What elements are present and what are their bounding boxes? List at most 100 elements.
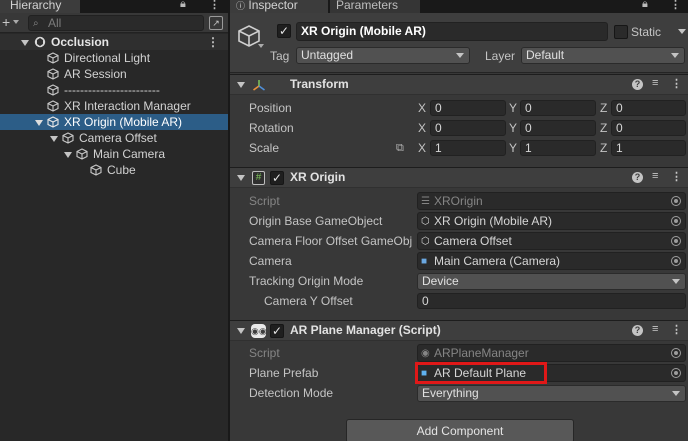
hierarchy-item-xr-interaction-manager[interactable]: XR Interaction Manager — [0, 98, 228, 114]
position-label[interactable]: Position — [249, 98, 416, 118]
expand-arrow-icon[interactable] — [21, 40, 29, 46]
constrain-proportions-icon[interactable]: ⧉ — [396, 138, 404, 158]
lock-icon[interactable]: 🔒︎ — [180, 0, 186, 11]
position-row: Position X 0 Y 0 Z 0 — [230, 98, 688, 118]
transform-component-header[interactable]: Transform ? ≡ ⋮ — [230, 74, 688, 95]
rotation-z-field[interactable]: 0 — [611, 120, 686, 136]
z-axis-label[interactable]: Z — [600, 118, 607, 138]
layer-dropdown[interactable]: Default — [521, 47, 685, 64]
object-picker-icon[interactable] — [671, 216, 681, 226]
rotation-label[interactable]: Rotation — [249, 118, 416, 138]
help-icon[interactable]: ? — [632, 79, 643, 90]
camera-field[interactable]: ■ Main Camera (Camera) — [417, 252, 686, 270]
chevron-down-icon — [672, 391, 680, 396]
position-z-field[interactable]: 0 — [611, 100, 686, 116]
create-plus-icon[interactable]: + — [2, 14, 10, 30]
component-menu-icon[interactable]: ⋮ — [671, 77, 682, 90]
unity-scene-icon — [34, 36, 46, 48]
plane-prefab-label: Plane Prefab — [249, 366, 319, 380]
camera-y-offset-field[interactable]: 0 — [417, 293, 686, 309]
scene-picker-icon[interactable]: ↗ — [209, 16, 223, 30]
plane-prefab-row: Plane Prefab ■ AR Default Plane — [230, 362, 688, 384]
transform-icon — [253, 80, 265, 91]
static-dropdown-icon[interactable] — [678, 29, 686, 34]
origin-base-field[interactable]: ⬡ XR Origin (Mobile AR) — [417, 212, 686, 230]
static-checkbox[interactable] — [614, 25, 628, 39]
fold-arrow-icon[interactable] — [237, 328, 245, 334]
preset-icon[interactable]: ≡ — [652, 323, 658, 335]
z-axis-label[interactable]: Z — [600, 98, 607, 118]
fold-arrow-icon[interactable] — [237, 82, 245, 88]
active-checkbox[interactable]: ✓ — [277, 24, 291, 38]
detection-mode-dropdown[interactable]: Everything — [417, 385, 686, 402]
expand-arrow-icon[interactable] — [64, 152, 72, 158]
scene-menu-icon[interactable]: ⋮ — [207, 34, 219, 50]
object-picker-icon — [671, 348, 681, 358]
preset-icon[interactable]: ≡ — [652, 77, 658, 89]
scene-row[interactable]: Occlusion ⋮ — [0, 34, 228, 50]
component-menu-icon[interactable]: ⋮ — [671, 323, 682, 336]
tab-parameters[interactable]: Parameters — [330, 0, 420, 13]
xr-origin-script-row: Script ☰ XROrigin — [230, 191, 688, 211]
tab-menu-icon[interactable]: ⋮ — [209, 0, 220, 11]
ar-plane-manager-title: AR Plane Manager (Script) — [290, 323, 441, 337]
lock-icon[interactable]: 🔒︎ — [642, 0, 648, 11]
object-picker-icon[interactable] — [671, 236, 681, 246]
scale-label[interactable]: Scale — [249, 138, 416, 158]
plane-prefab-field[interactable]: ■ AR Default Plane — [417, 364, 686, 382]
chevron-down-icon — [456, 53, 464, 58]
hierarchy-item-ar-session[interactable]: AR Session — [0, 66, 228, 82]
x-axis-label[interactable]: X — [418, 138, 426, 158]
scale-y-field[interactable]: 1 — [520, 140, 596, 156]
camera-floor-offset-row: Camera Floor Offset GameObj ⬡ Camera Off… — [230, 231, 688, 251]
tag-dropdown[interactable]: Untagged — [296, 47, 470, 64]
x-axis-label[interactable]: X — [418, 98, 426, 118]
gameobject-cube-icon — [47, 52, 59, 64]
camera-y-offset-label[interactable]: Camera Y Offset — [264, 291, 431, 311]
camera-floor-offset-field[interactable]: ⬡ Camera Offset — [417, 232, 686, 250]
position-y-field[interactable]: 0 — [520, 100, 596, 116]
hierarchy-search-input[interactable]: ⌕ All — [28, 15, 204, 31]
create-dropdown-icon[interactable] — [13, 20, 19, 24]
gameobject-cube-icon: ⬡ — [421, 216, 430, 227]
add-component-button[interactable]: Add Component — [346, 419, 574, 441]
hierarchy-item-cube[interactable]: Cube — [0, 162, 228, 178]
icon-dropdown-icon[interactable] — [258, 44, 264, 48]
tab-menu-icon[interactable]: ⋮ — [670, 0, 681, 11]
hierarchy-item-separator[interactable]: ------------------------ — [0, 82, 228, 98]
inspector-tabbar: ⓘ Inspector Parameters 🔒︎ ⋮ — [230, 0, 688, 13]
xr-origin-enabled-checkbox[interactable]: ✓ — [270, 171, 284, 185]
ar-plane-manager-enabled-checkbox[interactable]: ✓ — [270, 324, 284, 338]
component-menu-icon[interactable]: ⋮ — [671, 170, 682, 183]
y-axis-label[interactable]: Y — [509, 138, 517, 158]
object-picker-icon[interactable] — [671, 368, 681, 378]
rotation-x-field[interactable]: 0 — [430, 120, 506, 136]
hierarchy-item-camera-offset[interactable]: Camera Offset — [0, 130, 228, 146]
ar-plane-manager-component-header[interactable]: ◉◉ ✓ AR Plane Manager (Script) ? ≡ ⋮ — [230, 320, 688, 341]
y-axis-label[interactable]: Y — [509, 98, 517, 118]
object-picker-icon[interactable] — [671, 256, 681, 266]
x-axis-label[interactable]: X — [418, 118, 426, 138]
tracking-origin-row: Tracking Origin Mode Device — [230, 271, 688, 291]
rotation-y-field[interactable]: 0 — [520, 120, 596, 136]
expand-arrow-icon[interactable] — [50, 136, 58, 142]
xr-origin-component-header[interactable]: # ✓ XR Origin ? ≡ ⋮ — [230, 167, 688, 188]
hierarchy-tab[interactable]: Hierarchy — [0, 0, 80, 13]
help-icon[interactable]: ? — [632, 172, 643, 183]
z-axis-label[interactable]: Z — [600, 138, 607, 158]
tab-inspector[interactable]: ⓘ Inspector — [230, 0, 328, 13]
object-name-field[interactable]: XR Origin (Mobile AR) — [296, 22, 608, 41]
hierarchy-item-directional-light[interactable]: Directional Light — [0, 50, 228, 66]
scale-z-field[interactable]: 1 — [611, 140, 686, 156]
expand-arrow-icon[interactable] — [35, 120, 43, 126]
hierarchy-item-main-camera[interactable]: Main Camera — [0, 146, 228, 162]
hierarchy-item-xr-origin[interactable]: XR Origin (Mobile AR) — [0, 114, 228, 130]
position-x-field[interactable]: 0 — [430, 100, 506, 116]
scale-x-field[interactable]: 1 — [430, 140, 506, 156]
help-icon[interactable]: ? — [632, 325, 643, 336]
y-axis-label[interactable]: Y — [509, 118, 517, 138]
fold-arrow-icon[interactable] — [237, 175, 245, 181]
tracking-origin-dropdown[interactable]: Device — [417, 273, 686, 290]
preset-icon[interactable]: ≡ — [652, 170, 658, 182]
tracking-origin-value: Device — [422, 274, 459, 288]
